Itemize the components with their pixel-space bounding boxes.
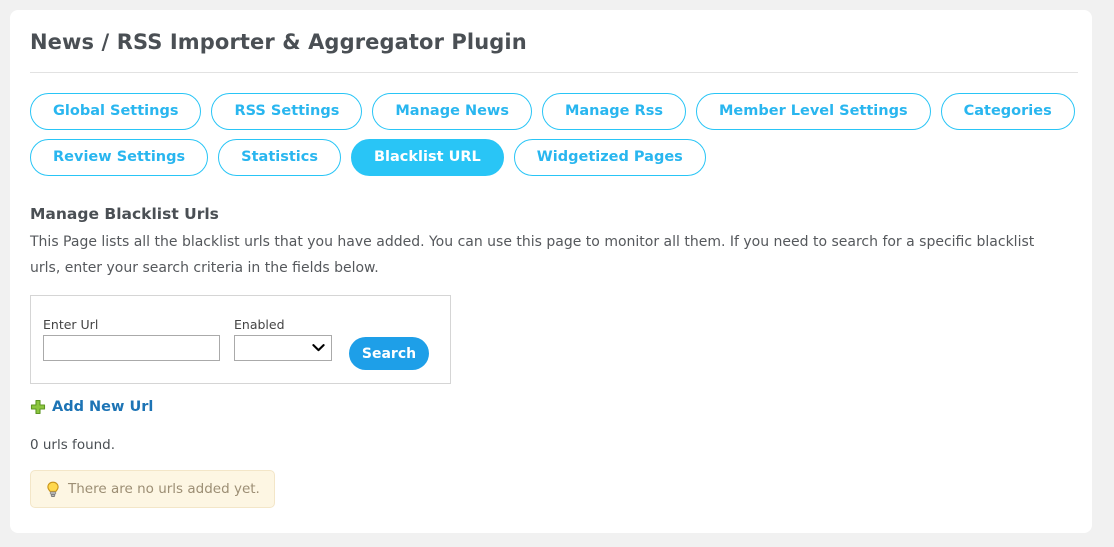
empty-state-text: There are no urls added yet. xyxy=(68,481,260,497)
section-heading: Manage Blacklist Urls xyxy=(30,205,219,223)
tab-review-settings[interactable]: Review Settings xyxy=(30,138,209,176)
add-new-url-label: Add New Url xyxy=(52,399,154,415)
url-field-label: Enter Url xyxy=(43,317,99,332)
tab-categories[interactable]: Categories xyxy=(940,92,1075,130)
plus-icon xyxy=(30,399,46,415)
url-search-input[interactable] xyxy=(43,335,220,361)
tab-manage-rss[interactable]: Manage Rss xyxy=(541,92,686,130)
tab-blacklist-url[interactable]: Blacklist URL xyxy=(350,138,504,176)
tab-member-level-settings[interactable]: Member Level Settings xyxy=(695,92,931,130)
enabled-field-label: Enabled xyxy=(234,317,285,332)
url-field-group: Enter Url xyxy=(43,318,220,361)
section-description: This Page lists all the blacklist urls t… xyxy=(30,234,1035,276)
tab-rss-settings[interactable]: RSS Settings xyxy=(211,92,363,130)
enabled-field-group: Enabled xyxy=(234,318,332,361)
tab-navigation: Global Settings RSS Settings Manage News… xyxy=(30,92,1080,184)
tab-widgetized-pages[interactable]: Widgetized Pages xyxy=(513,138,706,176)
page-title: News / RSS Importer & Aggregator Plugin xyxy=(30,30,527,54)
lightbulb-icon xyxy=(45,481,61,498)
empty-state-notice: There are no urls added yet. xyxy=(30,470,275,508)
enabled-select[interactable] xyxy=(234,335,332,361)
tab-manage-news[interactable]: Manage News xyxy=(372,92,532,130)
enabled-select-wrapper xyxy=(234,335,332,361)
tab-row-secondary: Review Settings Statistics Blacklist URL… xyxy=(30,138,1080,176)
title-divider xyxy=(30,72,1078,73)
tab-statistics[interactable]: Statistics xyxy=(218,138,341,176)
results-count: 0 urls found. xyxy=(30,437,116,453)
tab-row-primary: Global Settings RSS Settings Manage News… xyxy=(30,92,1080,130)
tab-global-settings[interactable]: Global Settings xyxy=(30,92,202,130)
content-card: News / RSS Importer & Aggregator Plugin … xyxy=(10,10,1092,533)
search-filter-panel: Enter Url Enabled Search xyxy=(30,295,451,384)
search-button[interactable]: Search xyxy=(349,337,429,370)
add-new-url-link[interactable]: Add New Url xyxy=(30,399,153,415)
